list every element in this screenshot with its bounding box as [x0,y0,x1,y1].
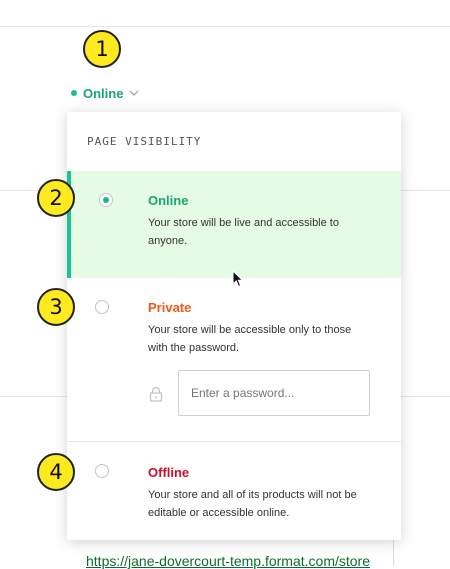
annotation-badge-4: 4 [37,453,75,491]
visibility-option-online[interactable]: Online Your store will be live and acces… [67,171,401,278]
option-desc-offline: Your store and all of its products will … [148,489,357,519]
annotation-badge-2: 2 [37,179,75,217]
status-label: Online [83,85,124,101]
option-desc-online: Your store will be live and accessible t… [148,217,339,247]
option-title-private: Private [148,300,192,315]
store-url-link[interactable]: https://jane-dovercourt-temp.format.com/… [86,553,370,569]
page-visibility-dropdown: PAGE VISIBILITY Online Your store will b… [67,112,401,540]
radio-online[interactable] [99,193,113,207]
option-title-online: Online [148,193,189,208]
status-dot-icon [71,90,77,96]
password-input[interactable] [178,370,370,416]
visibility-status-dropdown[interactable]: Online [71,84,139,102]
annotation-badge-1: 1 [83,30,121,68]
annotation-badge-3: 3 [37,288,75,326]
option-desc-private: Your store will be accessible only to th… [148,324,352,354]
radio-private[interactable] [95,300,109,314]
visibility-option-private[interactable]: Private Your store will be accessible on… [67,278,401,442]
visibility-option-offline[interactable]: Offline Your store and all of its produc… [67,443,401,540]
divider-top [0,26,450,27]
dropdown-header: PAGE VISIBILITY [87,135,202,148]
mouse-cursor-icon [232,269,244,293]
chevron-down-icon [129,90,139,96]
lock-icon [148,386,164,407]
option-title-offline: Offline [148,465,190,480]
radio-offline[interactable] [95,464,109,478]
